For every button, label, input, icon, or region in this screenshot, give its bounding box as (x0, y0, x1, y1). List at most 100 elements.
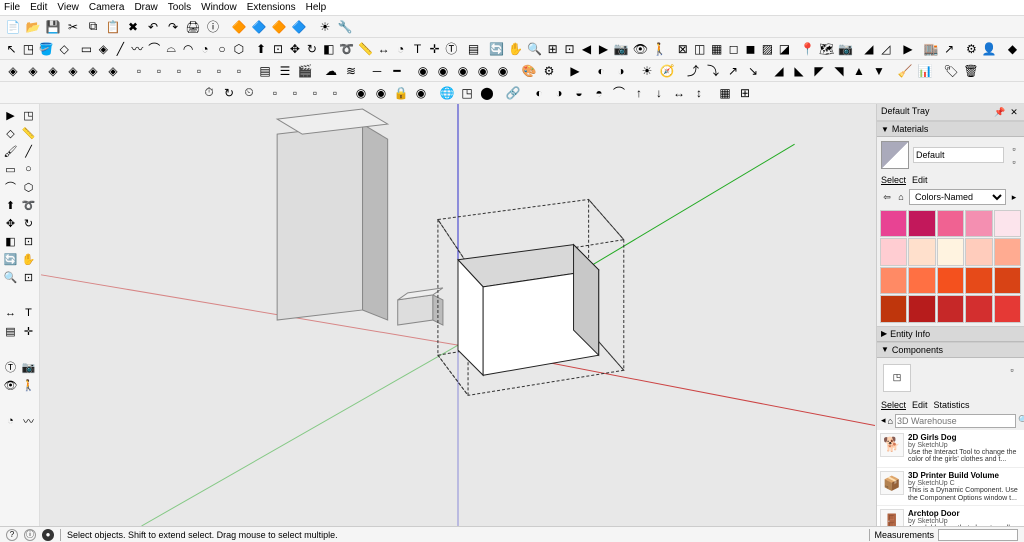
select-icon[interactable]: ↖ (4, 40, 19, 58)
rotated-rectangle-icon[interactable]: ◈ (96, 40, 111, 58)
wireframe-icon[interactable]: ▦ (709, 40, 724, 58)
render-icon[interactable]: 🎨 (520, 62, 538, 80)
menu-edit[interactable]: Edit (30, 2, 47, 13)
undo-icon[interactable]: ↶ (144, 18, 162, 36)
print-icon[interactable]: 🖨 (184, 18, 202, 36)
dim1-icon[interactable]: ↔ (670, 84, 688, 102)
help-icon[interactable]: ? (6, 529, 18, 541)
menu-window[interactable]: Window (201, 2, 237, 13)
component-edit-icon[interactable]: ▫ (1006, 364, 1018, 376)
section-tool-icon[interactable]: ▤ (2, 322, 19, 340)
paint-tool-icon[interactable]: 🖌 (2, 142, 19, 160)
photo-textures-icon[interactable]: 📷 (837, 40, 854, 58)
component-result-item[interactable]: 📦 3D Printer Build Volume by SketchUp C … (877, 468, 1024, 506)
solid4-icon[interactable]: ◈ (64, 62, 82, 80)
components-tab-edit[interactable]: Edit (912, 400, 928, 410)
cube-icon[interactable]: ◳ (458, 84, 476, 102)
info-icon[interactable]: ⓘ (24, 529, 36, 541)
scale-tool-icon[interactable]: ◧ (2, 232, 19, 250)
pan-tool-icon[interactable]: ✋ (20, 250, 37, 268)
profiles-icon[interactable]: ━ (388, 62, 406, 80)
chain-icon[interactable]: 🔗 (504, 84, 522, 102)
look-tool-icon[interactable]: 👁 (2, 376, 19, 394)
warehouse-icon[interactable]: 🏬 (923, 40, 940, 58)
arc2-icon[interactable]: ⌓ (164, 40, 179, 58)
walk-tool-icon[interactable]: 🚶 (20, 376, 37, 394)
arc-tool-icon[interactable]: ⌒ (2, 178, 19, 196)
style6-icon[interactable]: ▫ (230, 62, 248, 80)
ext5-icon[interactable]: ◉ (494, 62, 512, 80)
box1-icon[interactable]: ▫ (266, 84, 284, 102)
measurements-input[interactable] (938, 529, 1018, 541)
gear-yellow-icon[interactable]: ☀ (316, 18, 334, 36)
new-icon[interactable]: 📄 (4, 18, 22, 36)
tape-icon[interactable]: 📏 (357, 40, 374, 58)
orbit-icon[interactable]: 🔄 (488, 40, 505, 58)
snap-icon[interactable]: ⊞ (736, 84, 754, 102)
render-settings-icon[interactable]: ⚙ (540, 62, 558, 80)
pan-icon[interactable]: ✋ (507, 40, 524, 58)
save-icon[interactable]: 💾 (44, 18, 62, 36)
plugin2-icon[interactable]: 🔷 (250, 18, 268, 36)
position-camera-icon[interactable]: 📷 (613, 40, 630, 58)
solid5-icon[interactable]: ◈ (84, 62, 102, 80)
tool-b-icon[interactable]: ◉ (372, 84, 390, 102)
3dtext-tool-icon[interactable]: Ⓣ (2, 358, 19, 376)
solid1-icon[interactable]: ◈ (4, 62, 22, 80)
sandbox-a-icon[interactable]: ◢ (770, 62, 788, 80)
path1-icon[interactable]: ⤴ (684, 62, 702, 80)
menu-view[interactable]: View (57, 2, 79, 13)
cyl-icon[interactable]: ⬤ (478, 84, 496, 102)
[interactable] (20, 394, 37, 412)
zoom-extents-icon[interactable]: ⊡ (562, 40, 577, 58)
copy-icon[interactable]: ⧉ (84, 18, 102, 36)
pin-icon[interactable]: 📌 (994, 106, 1006, 118)
globe-icon[interactable]: 🌐 (438, 84, 456, 102)
purge-icon[interactable]: 🗑 (962, 62, 980, 80)
dimension-icon[interactable]: ↔ (376, 40, 391, 58)
polygon-tool-icon[interactable]: ⬡ (20, 178, 37, 196)
sandbox-e-icon[interactable]: ▲ (850, 62, 868, 80)
layer2-icon[interactable]: ◑ (550, 84, 568, 102)
previous-icon[interactable]: ◀ (579, 40, 594, 58)
ext3-icon[interactable]: ◉ (454, 62, 472, 80)
material-swatch[interactable] (880, 267, 907, 294)
material-swatch[interactable] (994, 295, 1021, 322)
circle-icon[interactable]: ○ (215, 40, 230, 58)
cleanup-icon[interactable]: 🧹 (896, 62, 914, 80)
axes-icon[interactable]: ✛ (427, 40, 442, 58)
dimension-tool-icon[interactable]: ↔ (2, 304, 19, 322)
back-icon[interactable]: ⇦ (881, 191, 893, 203)
eraser-icon[interactable]: ◇ (57, 40, 72, 58)
material-swatch[interactable] (994, 238, 1021, 265)
rotate-tool-icon[interactable]: ↻ (20, 214, 37, 232)
select-tool-icon[interactable]: ▶ (2, 106, 19, 124)
grid-icon[interactable]: ▦ (716, 84, 734, 102)
component-result-item[interactable]: 🐕 2D Girls Dog by SketchUp Use the Inter… (877, 430, 1024, 468)
tool-a-icon[interactable]: ◉ (352, 84, 370, 102)
offset-tool-icon[interactable]: ⊡ (20, 232, 37, 250)
offset-icon[interactable]: ⊡ (271, 40, 286, 58)
layer4-icon[interactable]: ◓ (590, 84, 608, 102)
solid6-icon[interactable]: ◈ (104, 62, 122, 80)
layer1-icon[interactable]: ◐ (530, 84, 548, 102)
report-icon[interactable]: 📊 (916, 62, 934, 80)
follow-me-icon[interactable]: ➰ (338, 40, 355, 58)
current-material-swatch[interactable] (881, 141, 909, 169)
layers-icon[interactable]: ▤ (256, 62, 274, 80)
material-swatch[interactable] (908, 267, 935, 294)
protractor-icon[interactable]: ◔ (393, 40, 408, 58)
material-swatch[interactable] (908, 295, 935, 322)
toggle2-icon[interactable]: ◑ (612, 62, 630, 80)
toggle-terrain-icon[interactable]: 🗺 (818, 40, 835, 58)
menu-camera[interactable]: Camera (89, 2, 125, 13)
component-result-item[interactable]: 🚪 Archtop Door by SketchUp A scalable do… (877, 506, 1024, 526)
home-icon[interactable]: ⌂ (895, 191, 907, 203)
material-swatch[interactable] (937, 238, 964, 265)
close-tray-icon[interactable]: ✕ (1008, 106, 1020, 118)
back-edges-icon[interactable]: ◫ (692, 40, 707, 58)
path3-icon[interactable]: ↗ (724, 62, 742, 80)
position-camera-icon[interactable]: 📷 (20, 358, 37, 376)
style4-icon[interactable]: ▫ (190, 62, 208, 80)
sandbox-b-icon[interactable]: ◣ (790, 62, 808, 80)
